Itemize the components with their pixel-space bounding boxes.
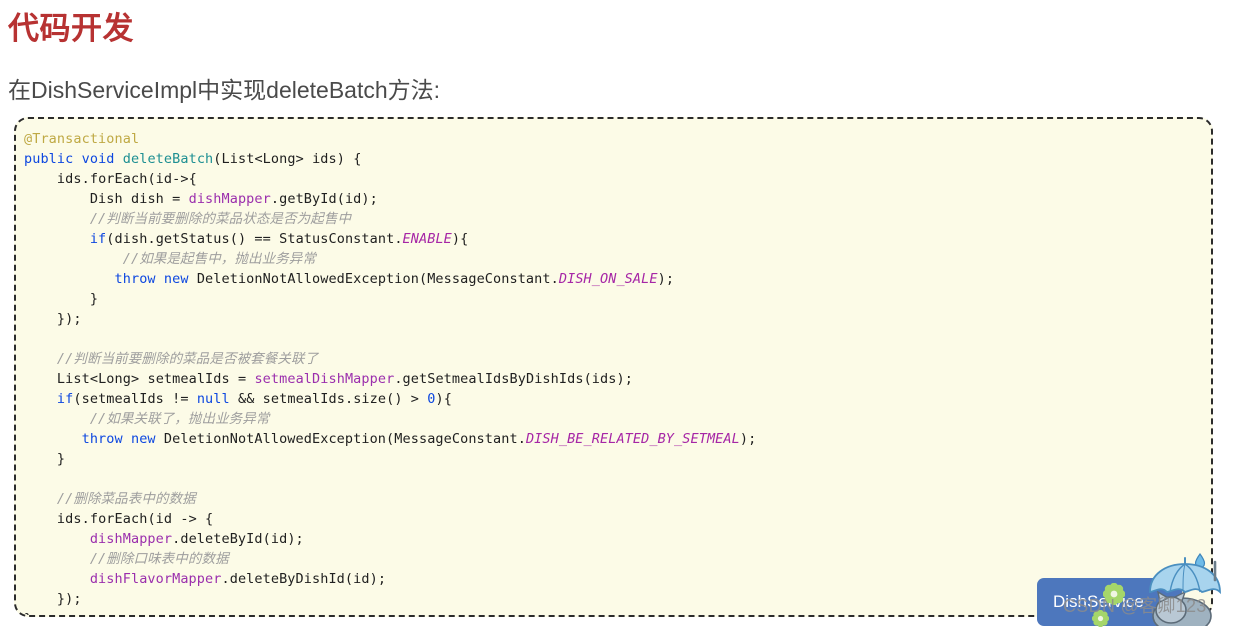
- code-line: }: [24, 451, 66, 467]
- code-line: //如果是起售中，抛出业务异常: [122, 251, 316, 267]
- code-line: throw new DeletionNotAllowedException(Me…: [81, 431, 757, 447]
- code-line: @Transactional: [24, 131, 140, 147]
- code-line: Dish dish = dishMapper.getById(id);: [89, 191, 378, 207]
- code-line: //判断当前要删除的菜品状态是否为起售中: [89, 211, 352, 227]
- code-line: ids.forEach(id->{: [56, 171, 197, 187]
- code-line: //删除菜品表中的数据: [56, 491, 196, 507]
- page-subtitle: 在DishServiceImpl中实现deleteBatch方法:: [8, 77, 441, 103]
- code-line: });: [24, 591, 82, 607]
- code-line: List<Long> setmealIds = setmealDishMappe…: [56, 371, 633, 387]
- code-line: });: [24, 311, 82, 327]
- csdn-watermark-text: CSDN @客卿123: [1063, 596, 1207, 616]
- code-line: public void deleteBatch(List<Long> ids) …: [24, 151, 362, 167]
- code-line: }: [24, 609, 1211, 615]
- code-line: }: [24, 291, 99, 307]
- code-line: //如果关联了，抛出业务异常: [89, 411, 270, 427]
- code-line: //删除口味表中的数据: [89, 551, 229, 567]
- code-line: if(dish.getStatus() == StatusConstant.EN…: [89, 231, 469, 247]
- code-line: dishFlavorMapper.deleteByDishId(id);: [89, 571, 387, 587]
- page-title: 代码开发: [8, 11, 134, 46]
- code-line: //判断当前要删除的菜品是否被套餐关联了: [56, 351, 319, 367]
- code-line: if(setmealIds != null && setmealIds.size…: [56, 391, 452, 407]
- code-snippet-content: @Transactional public void deleteBatch(Li…: [24, 129, 1211, 615]
- code-line: ids.forEach(id -> {: [56, 511, 214, 527]
- code-snippet-block: @Transactional public void deleteBatch(Li…: [14, 117, 1213, 617]
- code-line: throw new DeletionNotAllowedException(Me…: [114, 271, 675, 287]
- code-line: dishMapper.deleteById(id);: [89, 531, 304, 547]
